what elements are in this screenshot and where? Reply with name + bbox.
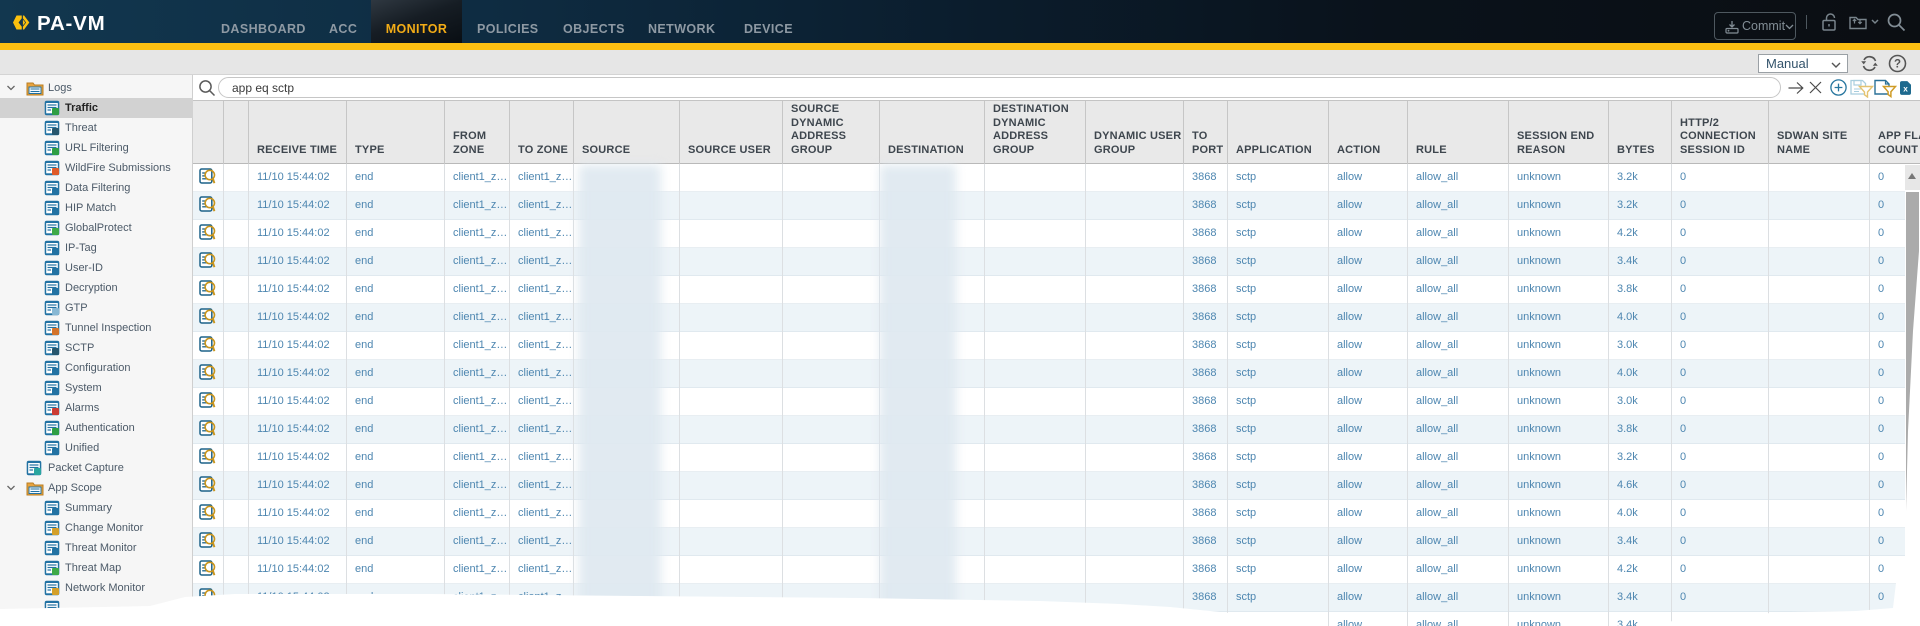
- svg-text:?: ?: [1894, 59, 1901, 71]
- svg-text:x: x: [1903, 85, 1908, 94]
